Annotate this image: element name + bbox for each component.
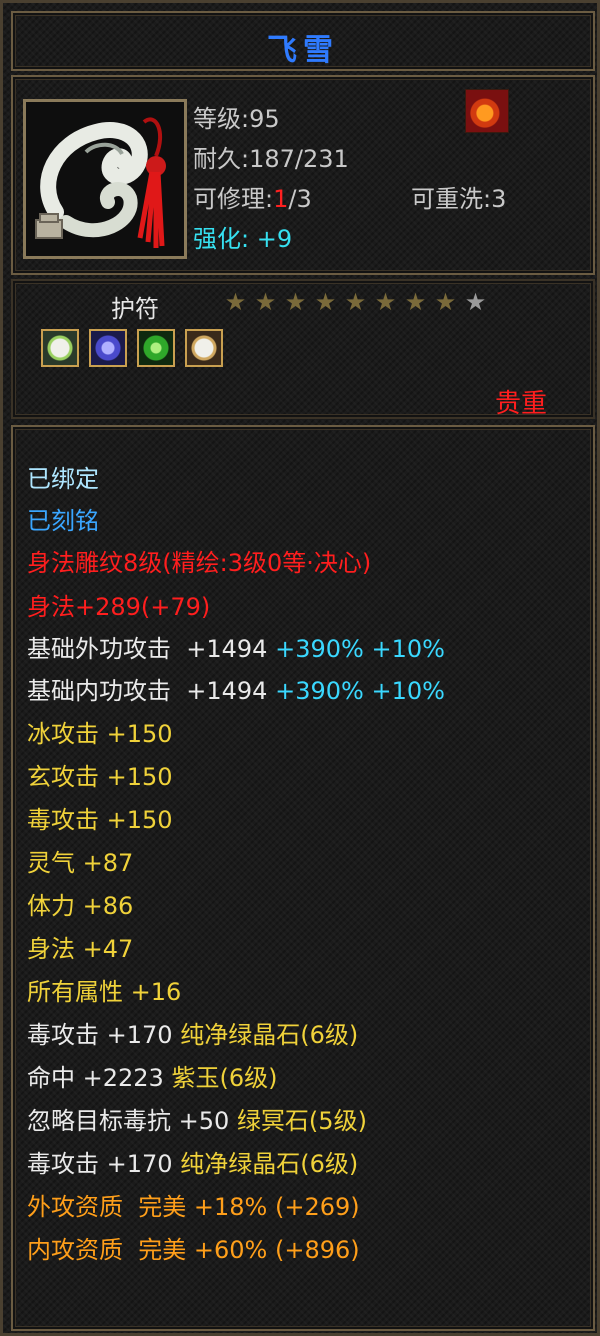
attribute-label: 体力 xyxy=(27,892,75,920)
item-tooltip: 飞雪 等级:95 耐久:187/231 可修理:1/3 可重洗:3 强化: +9… xyxy=(0,0,600,1336)
rarity-label: 贵重 xyxy=(495,389,548,419)
pearl-slot-icon[interactable] xyxy=(41,329,79,367)
item-name: 飞雪 xyxy=(267,33,339,68)
aptitude-label: 外攻资质 xyxy=(27,1193,123,1221)
gem-stat-value: +50 xyxy=(178,1107,230,1135)
star-icon: ★ xyxy=(344,288,367,316)
item-type: 护符 xyxy=(111,295,159,323)
attribute-label: 身法 xyxy=(27,935,75,963)
stat-extra: +10% xyxy=(371,635,445,663)
title-bar: 飞雪 xyxy=(11,11,595,71)
attribute-label: 冰攻击 xyxy=(27,720,99,748)
aptitude-bonus: (+269) xyxy=(275,1193,360,1221)
green-gem-slot-icon[interactable] xyxy=(137,329,175,367)
aptitude-line: 外攻资质 完美 +18% (+269) xyxy=(27,1187,360,1222)
star-icon: ★ xyxy=(314,288,337,316)
amulet-icon[interactable] xyxy=(23,99,187,259)
item-durability: 耐久:187/231 xyxy=(193,145,349,173)
star-icon: ★ xyxy=(434,288,457,316)
gem-line: 忽略目标毒抗 +50 绿冥石(5级) xyxy=(27,1101,367,1136)
gem-stat-label: 命中 xyxy=(27,1064,75,1092)
aptitude-bonus: (+896) xyxy=(275,1236,360,1264)
enhance-label: 强化: xyxy=(193,225,250,253)
aptitude-grade: 完美 xyxy=(138,1236,187,1264)
attribute-line: 毒攻击 +150 xyxy=(27,800,173,835)
attribute-value: +87 xyxy=(82,849,134,877)
gem-stat-label: 毒攻击 xyxy=(27,1150,99,1178)
base-inner-attack: 基础内功攻击 +1494 +390% +10% xyxy=(27,671,445,706)
aptitude-label: 内攻资质 xyxy=(27,1236,123,1264)
bound-status: 已绑定 xyxy=(27,465,99,493)
base-outer-attack: 基础外功攻击 +1494 +390% +10% xyxy=(27,629,445,664)
gem-stat-value: +170 xyxy=(106,1150,173,1178)
gem-line: 毒攻击 +170 纯净绿晶石(6级) xyxy=(27,1015,358,1050)
gem-stat-value: +170 xyxy=(106,1021,173,1049)
stat-value: +1494 xyxy=(186,677,268,705)
stat-label: 基础外功攻击 xyxy=(27,635,171,663)
gem-name: 紫玉(6级) xyxy=(171,1064,278,1092)
star-icon: ★ xyxy=(284,288,307,316)
item-enhance: 强化: +9 xyxy=(193,219,292,254)
fire-phoenix-badge-icon[interactable] xyxy=(465,89,509,133)
star-icon: ★ xyxy=(404,288,427,316)
attribute-label: 毒攻击 xyxy=(27,806,99,834)
attribute-value: +150 xyxy=(106,720,173,748)
blue-crystal-slot-icon[interactable] xyxy=(89,329,127,367)
carving-bonus: 身法+289(+79) xyxy=(27,593,211,621)
gem-stat-value: +2223 xyxy=(82,1064,164,1092)
gem-stat-label: 毒攻击 xyxy=(27,1021,99,1049)
attribute-value: +16 xyxy=(130,978,182,1006)
repair-used: 1 xyxy=(273,185,289,213)
stat-percent: +390% xyxy=(275,677,364,705)
gem-line: 命中 +2223 紫玉(6级) xyxy=(27,1058,277,1093)
attribute-line: 冰攻击 +150 xyxy=(27,714,173,749)
star-icon: ★ xyxy=(224,288,247,316)
attribute-line: 身法 +47 xyxy=(27,929,133,964)
star-empty-icon: ★ xyxy=(464,288,487,316)
aptitude-percent: +18% xyxy=(193,1193,268,1221)
stat-percent: +390% xyxy=(275,635,364,663)
attribute-line: 灵气 +87 xyxy=(27,843,133,878)
repair-total: /3 xyxy=(288,185,312,213)
item-repair: 可修理:1/3 xyxy=(193,179,312,214)
enhance-value: +9 xyxy=(256,225,293,253)
pearl-slot-icon[interactable] xyxy=(185,329,223,367)
attribute-value: +47 xyxy=(82,935,134,963)
star-icon: ★ xyxy=(374,288,397,316)
attribute-value: +150 xyxy=(106,763,173,791)
star-icon: ★ xyxy=(254,288,277,316)
repair-label: 可修理: xyxy=(193,185,274,213)
amulet-image xyxy=(26,102,184,256)
attribute-value: +150 xyxy=(106,806,173,834)
attribute-label: 玄攻击 xyxy=(27,763,99,791)
attribute-label: 所有属性 xyxy=(27,978,123,1006)
gem-name: 纯净绿晶石(6级) xyxy=(180,1021,359,1049)
aptitude-grade: 完美 xyxy=(138,1193,187,1221)
item-rewash: 可重洗:3 xyxy=(411,185,507,213)
engraved-status: 已刻铭 xyxy=(27,507,99,535)
item-level: 等级:95 xyxy=(193,105,280,133)
stat-label: 基础内功攻击 xyxy=(27,677,171,705)
attribute-value: +86 xyxy=(82,892,134,920)
gem-stat-label: 忽略目标毒抗 xyxy=(27,1107,171,1135)
carving-line: 身法雕纹8级(精绘:3级0等·决心) xyxy=(27,549,372,577)
attribute-line: 玄攻击 +150 xyxy=(27,757,173,792)
stat-value: +1494 xyxy=(186,635,268,663)
gem-line: 毒攻击 +170 纯净绿晶石(6级) xyxy=(27,1144,358,1179)
gem-name: 纯净绿晶石(6级) xyxy=(180,1150,359,1178)
aptitude-percent: +60% xyxy=(193,1236,268,1264)
attribute-line: 所有属性 +16 xyxy=(27,972,181,1007)
attribute-line: 体力 +86 xyxy=(27,886,133,921)
star-rating: ★ ★ ★ ★ ★ ★ ★ ★ ★ xyxy=(221,289,490,315)
stat-extra: +10% xyxy=(371,677,445,705)
attribute-label: 灵气 xyxy=(27,849,75,877)
gem-name: 绿冥石(5级) xyxy=(236,1107,367,1135)
aptitude-line: 内攻资质 完美 +60% (+896) xyxy=(27,1230,360,1265)
